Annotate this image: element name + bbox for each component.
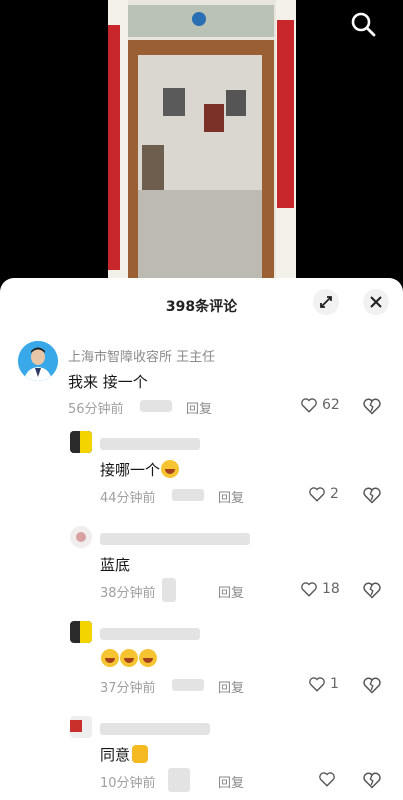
comments-panel: 398条评论 上海市智障收容所 王主任 我来 接一个 56分钟前 回复 62 接…	[0, 278, 403, 800]
like-count: 2	[330, 486, 339, 502]
dislike-button[interactable]	[362, 396, 382, 420]
author-blurred	[100, 438, 200, 450]
location-blurred	[140, 400, 172, 412]
dislike-button[interactable]	[362, 485, 382, 509]
reply-button[interactable]: 回复	[218, 582, 244, 601]
broken-heart-icon	[363, 487, 381, 504]
heart-icon	[301, 582, 317, 597]
comment-time: 38分钟前	[100, 586, 156, 601]
avatar[interactable]	[70, 716, 92, 738]
comment-text	[100, 649, 157, 668]
heart-icon	[319, 772, 335, 787]
video-player[interactable]	[0, 0, 403, 290]
laugh-emoji-icon	[120, 649, 138, 667]
location-blurred	[172, 489, 204, 501]
broken-heart-icon	[363, 398, 381, 415]
cabinet	[142, 145, 164, 190]
avatar[interactable]	[70, 621, 92, 643]
avatar[interactable]	[70, 526, 92, 548]
comment-text: 蓝底	[100, 556, 131, 574]
reply-button[interactable]: 回复	[218, 487, 244, 506]
video-frame	[108, 0, 296, 278]
dislike-button[interactable]	[362, 770, 382, 794]
comment-time: 44分钟前	[100, 491, 156, 506]
heart-icon	[301, 398, 317, 413]
like-button[interactable]	[318, 770, 340, 788]
like-count: 18	[322, 581, 340, 597]
comment-time: 10分钟前	[100, 776, 156, 791]
search-icon	[351, 12, 376, 37]
like-button[interactable]: 2	[308, 485, 339, 503]
comment-text: 接哪一个	[100, 459, 180, 480]
author-blurred	[100, 628, 200, 640]
author-blurred	[100, 533, 250, 545]
broken-heart-icon	[363, 772, 381, 789]
like-button[interactable]: 62	[300, 396, 340, 414]
search-button[interactable]	[349, 10, 377, 38]
heart-icon	[309, 487, 325, 502]
laugh-emoji-icon	[101, 649, 119, 667]
close-button[interactable]	[363, 289, 389, 315]
close-icon	[370, 296, 382, 308]
author-blurred	[100, 723, 210, 735]
expand-icon	[320, 296, 332, 308]
thumbs-up-emoji-icon	[132, 745, 149, 763]
heart-icon	[309, 677, 325, 692]
comment-text: 我来 接一个	[68, 373, 148, 391]
wall-portrait	[163, 88, 185, 116]
comment-author[interactable]: 上海市智障收容所 王主任	[68, 346, 215, 365]
location-blurred	[172, 679, 204, 691]
wall-portrait	[226, 90, 246, 116]
dislike-button[interactable]	[362, 675, 382, 699]
red-couplet-right	[277, 20, 294, 208]
room-floor	[138, 190, 262, 278]
reply-button[interactable]: 回复	[218, 677, 244, 696]
like-button[interactable]: 1	[308, 675, 339, 693]
broken-heart-icon	[363, 677, 381, 694]
red-couplet-left	[108, 25, 120, 270]
comment-count-title: 398条评论	[165, 299, 238, 315]
like-button[interactable]: 18	[300, 580, 340, 598]
reply-button[interactable]: 回复	[186, 398, 212, 417]
dislike-button[interactable]	[362, 580, 382, 604]
avatar[interactable]	[18, 341, 58, 381]
comment-time: 56分钟前	[68, 402, 124, 417]
door-emblem	[192, 12, 206, 26]
location-blurred	[168, 768, 190, 792]
like-count: 1	[330, 676, 339, 692]
expand-button[interactable]	[313, 289, 339, 315]
comment-time: 37分钟前	[100, 681, 156, 696]
laugh-emoji-icon	[139, 649, 157, 667]
broken-heart-icon	[363, 582, 381, 599]
reply-button[interactable]: 回复	[218, 772, 244, 791]
laugh-emoji-icon	[161, 460, 180, 478]
wall-portrait	[204, 104, 224, 132]
location-blurred	[162, 578, 176, 602]
like-count: 62	[322, 397, 340, 413]
avatar[interactable]	[70, 431, 92, 453]
comment-text: 同意	[100, 744, 149, 765]
